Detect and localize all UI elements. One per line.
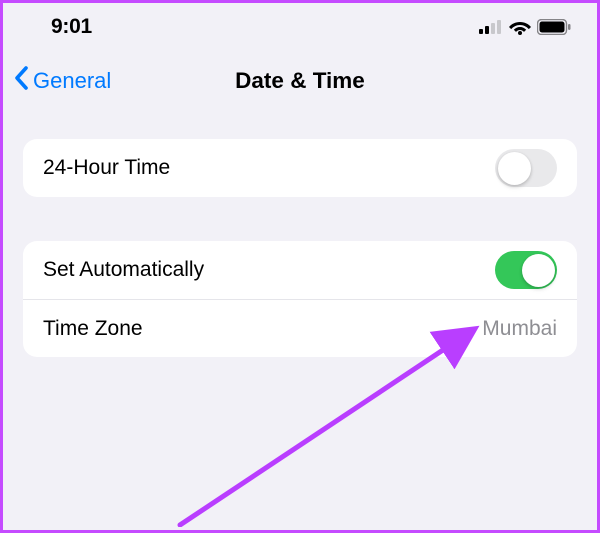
cellular-icon (479, 20, 503, 34)
toggle-knob (498, 152, 531, 185)
nav-header: General Date & Time (3, 51, 597, 111)
row-time-zone[interactable]: Time Zone Mumbai (23, 299, 577, 357)
back-button[interactable]: General (13, 65, 111, 97)
row-24-hour-time: 24-Hour Time (23, 139, 577, 197)
row-value-time-zone: Mumbai (482, 317, 557, 341)
row-label: Time Zone (43, 317, 143, 341)
device-frame: 9:01 (3, 3, 597, 530)
toggle-24-hour-time[interactable] (495, 149, 557, 187)
row-label: 24-Hour Time (43, 156, 170, 180)
row-set-automatically: Set Automatically (23, 241, 577, 299)
settings-group-auto: Set Automatically Time Zone Mumbai (23, 241, 577, 357)
toggle-knob (522, 254, 555, 287)
wifi-icon (509, 19, 531, 35)
status-icons (479, 19, 571, 35)
back-label: General (33, 68, 111, 94)
toggle-set-automatically[interactable] (495, 251, 557, 289)
status-time: 9:01 (51, 15, 92, 39)
battery-icon (537, 19, 571, 35)
settings-group-time-format: 24-Hour Time (23, 139, 577, 197)
row-label: Set Automatically (43, 258, 204, 282)
status-bar: 9:01 (3, 3, 597, 51)
chevron-left-icon (13, 65, 33, 97)
